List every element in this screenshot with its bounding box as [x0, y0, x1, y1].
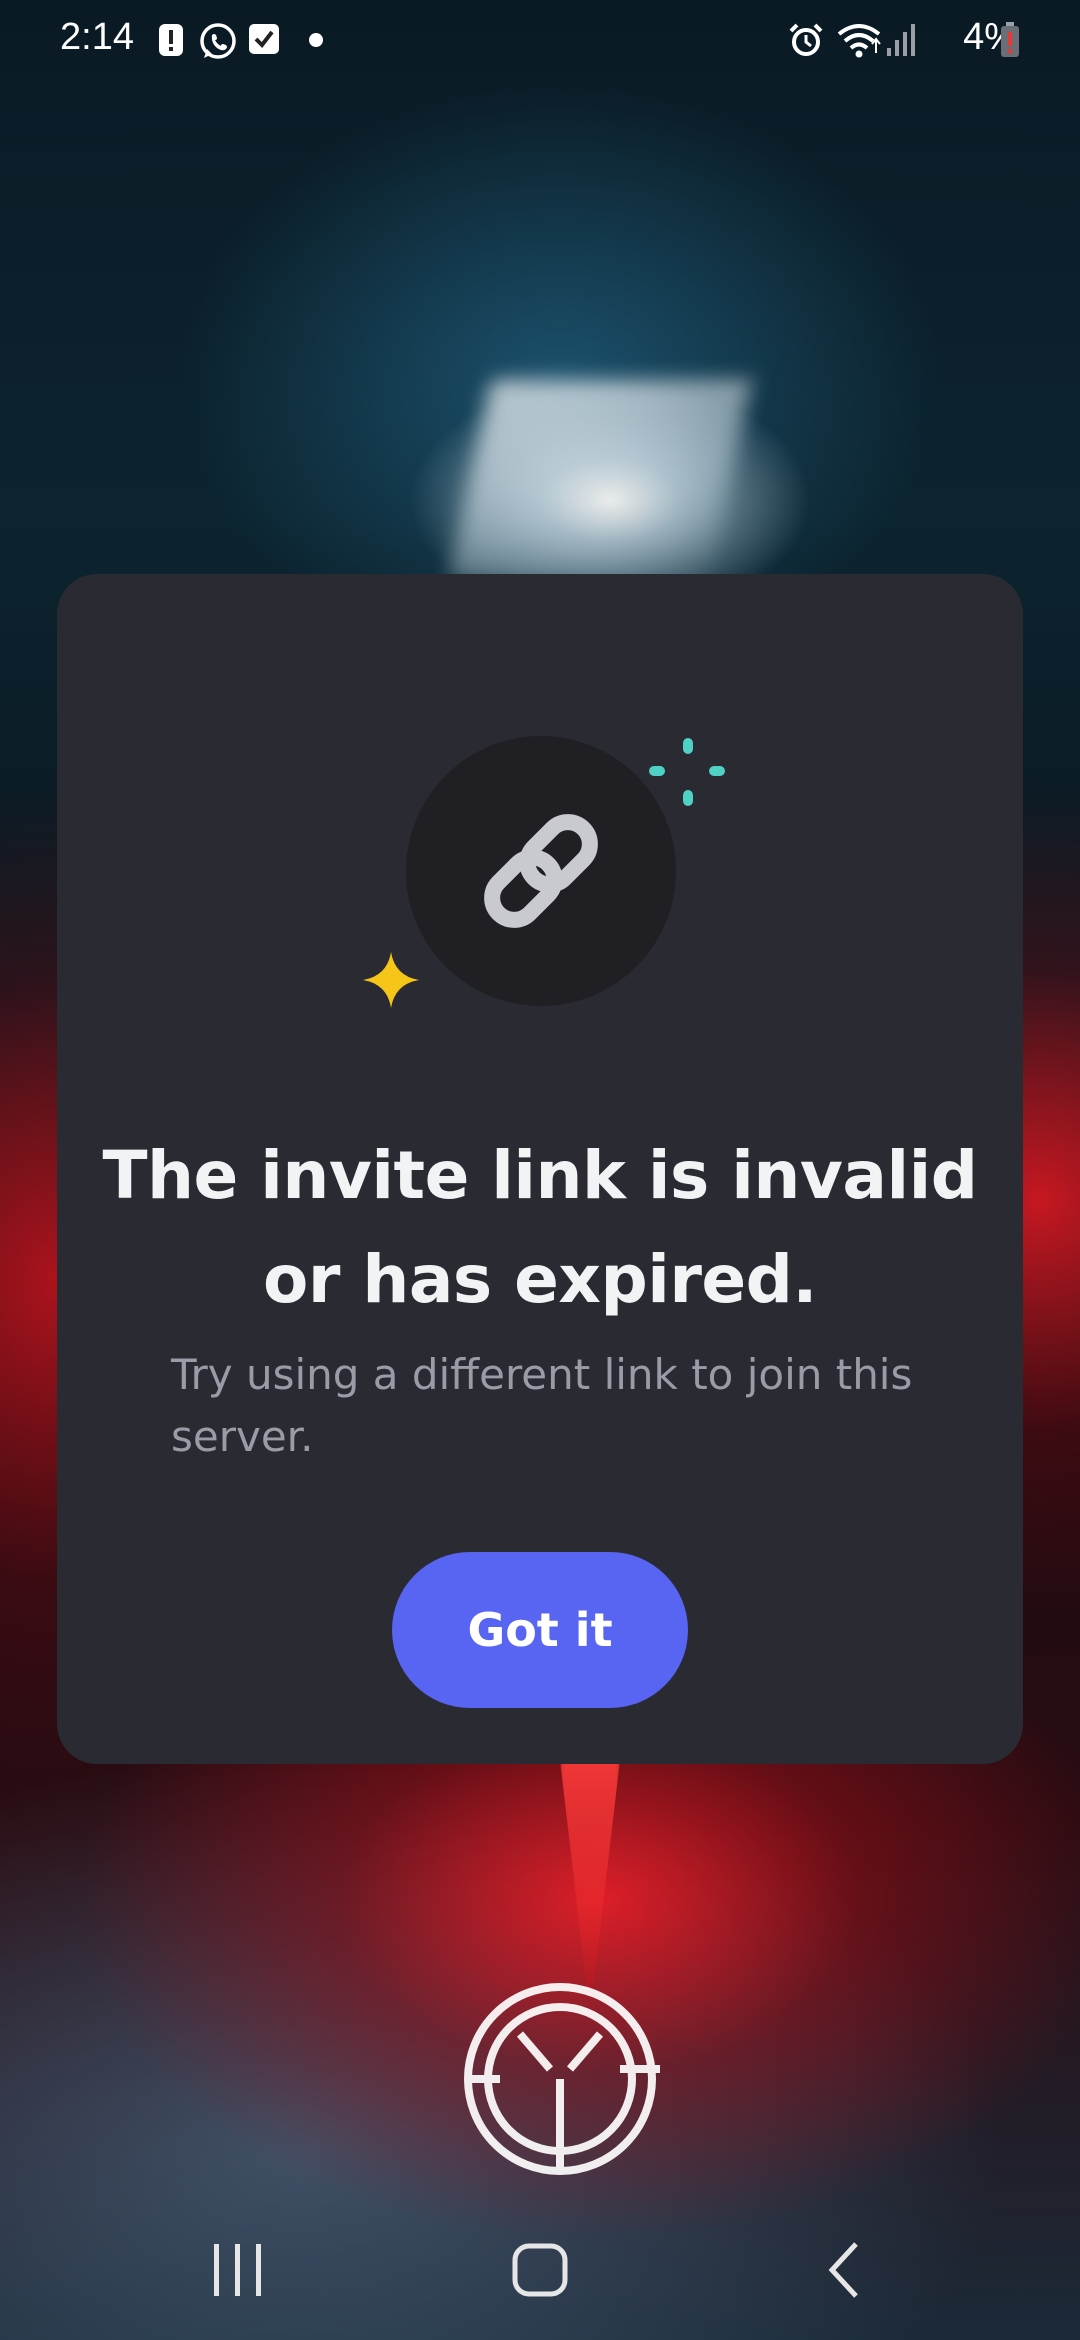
got-it-button[interactable]: Got it	[392, 1552, 688, 1708]
alert-notification-icon	[158, 22, 194, 58]
whatsapp-icon	[198, 22, 236, 59]
recents-button[interactable]	[178, 2230, 298, 2310]
invalid-invite-dialog: The invite link is invalid or has expire…	[57, 574, 1023, 1764]
battery-low-icon	[1000, 22, 1020, 58]
link-icon-container	[406, 736, 676, 1006]
wallpaper-logo-icon	[464, 1983, 660, 2175]
wifi-icon	[836, 22, 882, 58]
wallpaper-light-beam	[448, 380, 752, 580]
status-bar: 2:14 4%	[0, 0, 1080, 84]
dot-icon	[308, 32, 344, 68]
link-icon	[484, 814, 598, 928]
recents-icon	[214, 2244, 261, 2296]
home-button[interactable]	[480, 2230, 600, 2310]
alarm-icon	[788, 22, 824, 58]
back-icon	[828, 2242, 858, 2298]
screen: 2:14 4% The invite link is invalid or ha…	[0, 0, 1080, 2340]
sparkle-teal-icon	[649, 738, 725, 806]
dialog-title: The invite link is invalid or has expire…	[102, 1137, 978, 1318]
signal-icon	[886, 22, 916, 58]
dialog-subtitle: Try using a different link to join this …	[171, 1350, 913, 1461]
home-icon	[512, 2243, 568, 2297]
navigation-bar	[0, 2200, 1080, 2340]
back-button[interactable]	[784, 2230, 904, 2310]
checkbox-notification-icon	[248, 22, 284, 58]
sparkle-yellow-icon	[363, 952, 419, 1008]
status-time: 2:14	[60, 16, 134, 58]
